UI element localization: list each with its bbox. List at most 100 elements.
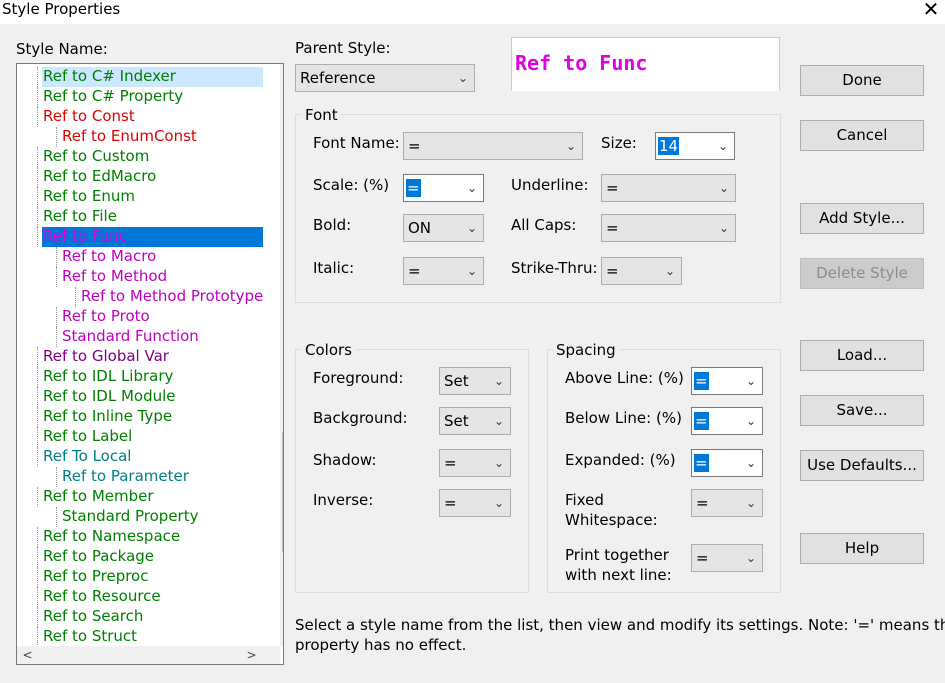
list-item[interactable]: Ref to Inline Type [42, 407, 172, 427]
font-name-value: = [408, 137, 421, 155]
expanded-select[interactable]: = ⌄ [691, 449, 763, 477]
tree-guide [56, 307, 57, 327]
above-line-value: = [694, 372, 709, 390]
below-line-select[interactable]: = ⌄ [691, 407, 763, 435]
list-item[interactable]: Ref to Namespace [42, 527, 180, 547]
scale-select[interactable]: = ⌄ [403, 174, 484, 202]
window-title: Style Properties [2, 0, 121, 18]
list-item[interactable]: Ref to Proto [61, 307, 150, 327]
style-preview: Ref to Func [511, 37, 780, 91]
with-next-line-label: with next line: [565, 566, 672, 584]
cancel-button[interactable]: Cancel [800, 120, 924, 151]
background-value: Set [444, 412, 469, 430]
chevron-down-icon: ⌄ [493, 374, 504, 388]
whitespace-label: Whitespace: [565, 511, 658, 529]
tree-guide [56, 467, 57, 487]
underline-label: Underline: [511, 176, 589, 194]
all-caps-value: = [606, 219, 619, 237]
list-item[interactable]: Ref to EnumConst [61, 127, 197, 147]
foreground-select[interactable]: Set ⌄ [439, 367, 511, 395]
tree-guide [37, 487, 38, 507]
list-item[interactable]: Ref to IDL Module [42, 387, 176, 407]
shadow-label: Shadow: [313, 451, 377, 469]
scroll-up-icon[interactable]: ∧ [281, 67, 283, 84]
size-select[interactable]: 14 ⌄ [655, 132, 735, 160]
list-item[interactable]: Ref to Global Var [42, 347, 169, 367]
chevron-down-icon: ⌄ [745, 551, 756, 565]
background-label: Background: [313, 409, 408, 427]
fixed-whitespace-select[interactable]: = ⌄ [691, 489, 763, 517]
list-item[interactable]: Ref To Local [42, 447, 131, 467]
load-button[interactable]: Load... [800, 340, 924, 371]
list-item[interactable]: Ref to C# Indexer [42, 67, 263, 87]
all-caps-select[interactable]: = ⌄ [601, 214, 736, 242]
scroll-right-icon[interactable]: > [243, 647, 260, 664]
list-item[interactable]: Ref to Package [42, 547, 154, 567]
tree-guide [37, 387, 38, 407]
strike-thru-select[interactable]: = ⌄ [601, 257, 682, 285]
bold-select[interactable]: ON ⌄ [403, 214, 484, 242]
list-item[interactable]: Ref to Search [42, 607, 143, 627]
tree-guide [37, 67, 38, 87]
parent-style-label: Parent Style: [295, 39, 391, 57]
inverse-select[interactable]: = ⌄ [439, 489, 511, 517]
inverse-value: = [444, 494, 457, 512]
chevron-down-icon: ⌄ [664, 264, 675, 278]
foreground-label: Foreground: [313, 369, 404, 387]
delete-style-button[interactable]: Delete Style [800, 258, 924, 289]
scroll-left-icon[interactable]: < [19, 647, 36, 664]
list-item[interactable]: Ref to Member [42, 487, 154, 507]
parent-style-value: Reference [300, 69, 376, 87]
strike-thru-label: Strike-Thru: [511, 259, 598, 277]
chevron-down-icon: ⌄ [745, 414, 756, 428]
style-name-list[interactable]: Ref to C# Indexer Ref to C# Property Ref t… [16, 63, 284, 665]
tree-guide [37, 167, 38, 187]
save-button[interactable]: Save... [800, 395, 924, 426]
tree-guide [37, 547, 38, 567]
bold-value: ON [408, 219, 432, 237]
list-item[interactable]: Ref to Parameter [61, 467, 189, 487]
close-icon[interactable]: ✕ [920, 0, 942, 20]
list-item[interactable]: Ref to Enum [42, 187, 135, 207]
add-style-button[interactable]: Add Style... [800, 203, 924, 234]
above-line-select[interactable]: = ⌄ [691, 367, 763, 395]
scroll-thumb[interactable] [282, 432, 283, 552]
scroll-down-icon[interactable]: ∨ [281, 647, 283, 664]
list-item[interactable]: Ref to Const [42, 107, 135, 127]
list-item[interactable]: Ref to Label [42, 427, 132, 447]
list-item[interactable]: Ref to Custom [42, 147, 149, 167]
list-item[interactable]: Ref to File [42, 207, 117, 227]
expanded-label: Expanded: (%) [565, 451, 676, 469]
shadow-select[interactable]: = ⌄ [439, 449, 511, 477]
list-item[interactable]: Ref to C# Property [42, 87, 183, 107]
help-button[interactable]: Help [800, 533, 924, 564]
list-item[interactable]: Standard Property [61, 507, 198, 527]
vertical-scrollbar[interactable]: ∧ [280, 64, 283, 646]
list-item[interactable]: Standard Function [61, 327, 199, 347]
list-item[interactable]: Ref to Func [42, 227, 263, 247]
chevron-down-icon: ⌄ [718, 181, 729, 195]
list-item[interactable]: Ref to Method [61, 267, 167, 287]
font-name-select[interactable]: = ⌄ [403, 132, 583, 160]
underline-select[interactable]: = ⌄ [601, 174, 736, 202]
list-item[interactable]: Ref to Resource [42, 587, 161, 607]
list-item[interactable]: Ref to EdMacro [42, 167, 156, 187]
chevron-down-icon: ⌄ [466, 181, 477, 195]
underline-value: = [606, 179, 619, 197]
use-defaults-button[interactable]: Use Defaults... [800, 450, 924, 481]
horizontal-scrollbar[interactable]: < > [17, 646, 280, 664]
done-button[interactable]: Done [800, 65, 924, 96]
list-item[interactable]: Ref to Preproc [42, 567, 148, 587]
tree-guide [56, 327, 57, 347]
title-bar [0, 0, 945, 24]
list-item[interactable]: Ref to Macro [61, 247, 156, 267]
list-item[interactable]: Ref to IDL Library [42, 367, 173, 387]
list-item[interactable]: Ref to Struct [42, 627, 137, 647]
italic-select[interactable]: = ⌄ [403, 257, 484, 285]
parent-style-select[interactable]: Reference ⌄ [295, 64, 475, 92]
tree-guide [37, 527, 38, 547]
background-select[interactable]: Set ⌄ [439, 407, 511, 435]
print-together-select[interactable]: = ⌄ [691, 544, 763, 572]
list-item[interactable]: Ref to Method Prototype [80, 287, 263, 307]
tree-guide [37, 627, 38, 647]
